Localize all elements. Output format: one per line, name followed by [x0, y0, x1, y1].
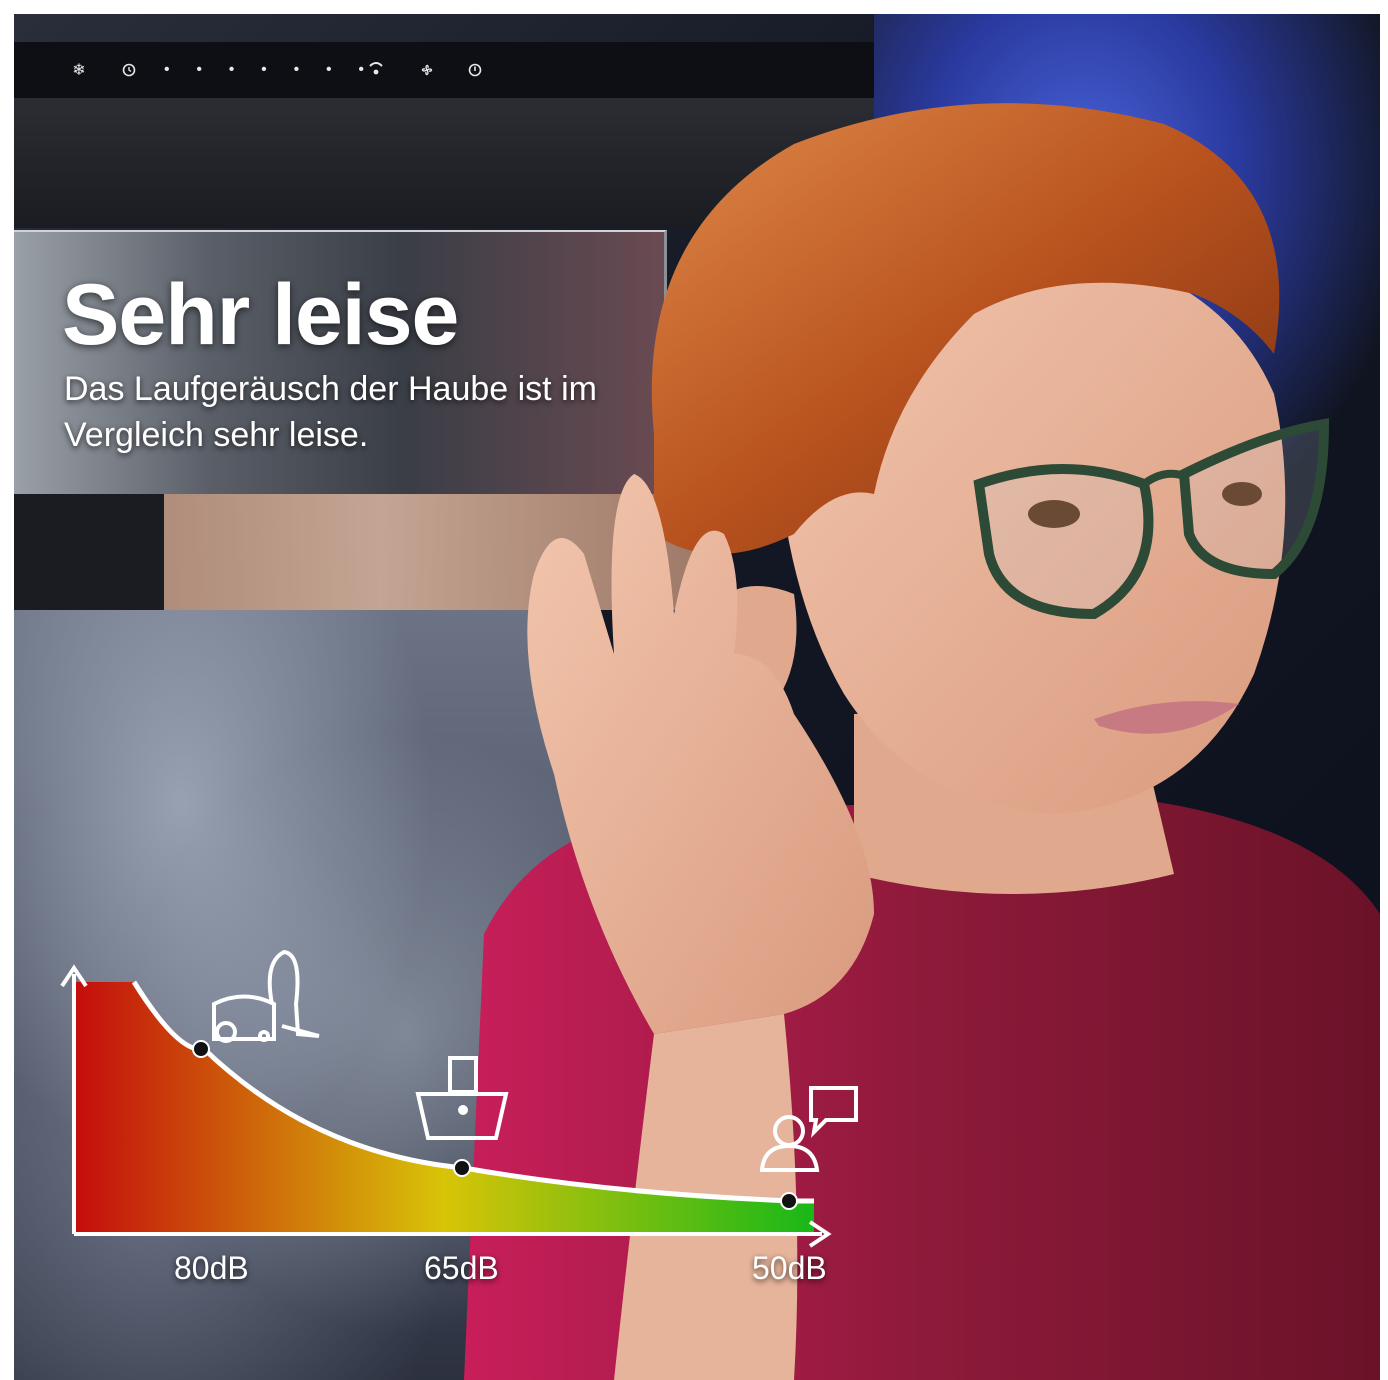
db-label-80: 80dB	[174, 1250, 249, 1286]
woman-listening-illustration	[464, 103, 1380, 1380]
db-label-65: 65dB	[424, 1250, 499, 1286]
headline: Sehr leise	[62, 267, 459, 363]
product-image: ❄ • • • • • • • Sehr leise Das Laufgeräu…	[14, 14, 1380, 1380]
subheadline: Das Laufgeräusch der Haube ist im Vergle…	[64, 370, 597, 454]
db-label-50: 50dB	[752, 1250, 827, 1286]
